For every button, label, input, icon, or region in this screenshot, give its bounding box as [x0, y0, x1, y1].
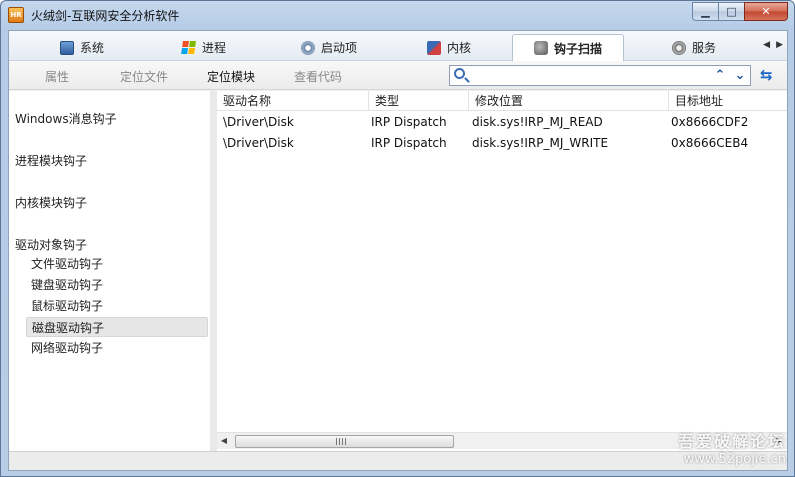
- previous-match-icon[interactable]: ⌃: [712, 67, 728, 84]
- locate-module-button[interactable]: 定位模块: [207, 68, 255, 85]
- view-code-button[interactable]: 查看代码: [294, 68, 342, 85]
- table-row[interactable]: \Driver\Disk IRP Dispatch disk.sys!IRP_M…: [217, 133, 787, 154]
- subitem-file-driver-hook[interactable]: 文件驱动钩子: [26, 254, 208, 274]
- tab-startup[interactable]: 启动项: [289, 34, 369, 61]
- cell-modified-location: disk.sys!IRP_MJ_WRITE: [472, 136, 609, 150]
- refresh-icon[interactable]: ⇆: [760, 67, 778, 83]
- hook-category-tree: Windows消息钩子 进程模块钩子 内核模块钩子 驱动对象钩子 文件驱动钩子 …: [9, 91, 210, 451]
- subitem-keyboard-driver-hook[interactable]: 键盘驱动钩子: [26, 275, 208, 295]
- watermark-title: 吾爱破解论坛: [677, 432, 786, 451]
- cell-modified-location: disk.sys!IRP_MJ_READ: [472, 115, 603, 129]
- tab-scroll-left-icon[interactable]: ◀: [763, 40, 770, 50]
- subitem-disk-driver-hook[interactable]: 磁盘驱动钩子: [26, 317, 208, 337]
- subitem-network-driver-hook[interactable]: 网络驱动钩子: [26, 338, 208, 358]
- properties-button[interactable]: 属性: [45, 68, 69, 85]
- app-logo-icon: HR: [8, 7, 24, 23]
- main-tab-bar: 系统 进程 启动项 内核 钩子扫描 服务 ◀ ▶: [9, 31, 787, 62]
- tab-system-label: 系统: [79, 41, 104, 55]
- status-bar: [9, 451, 787, 470]
- tab-services[interactable]: 服务: [659, 34, 729, 61]
- tab-startup-label: 启动项: [320, 41, 357, 55]
- subitem-mouse-driver-hook[interactable]: 鼠标驱动钩子: [26, 296, 208, 316]
- monitor-icon: [59, 40, 74, 55]
- startup-disc-icon: [300, 40, 315, 55]
- tab-kernel[interactable]: 内核: [414, 34, 484, 61]
- cell-type: IRP Dispatch: [371, 136, 447, 150]
- scrollbar-thumb[interactable]: [235, 435, 454, 448]
- windows-logo-icon: [181, 40, 197, 55]
- window-title: 火绒剑-互联网安全分析软件: [31, 9, 180, 23]
- window-controls: ▁ □ ✕: [692, 2, 788, 21]
- close-button[interactable]: ✕: [744, 2, 788, 21]
- search-icon[interactable]: [454, 68, 465, 79]
- tab-system[interactable]: 系统: [47, 34, 117, 61]
- hook-icon: [533, 41, 548, 55]
- tab-hook-scan[interactable]: 钩子扫描: [512, 34, 624, 62]
- tab-scroll-right-icon[interactable]: ▶: [776, 40, 783, 50]
- watermark-url: www.52pojie.cn: [683, 452, 786, 467]
- hook-results-table: 驱动名称 类型 修改位置 目标地址 \Driver\Disk IRP Dispa…: [217, 91, 787, 451]
- toolbar: 属性 定位文件 定位模块 查看代码 ⌃ ⌄ ⇆: [9, 61, 787, 90]
- kernel-icon: [426, 40, 441, 55]
- tab-process-label: 进程: [201, 41, 226, 55]
- table-row[interactable]: \Driver\Disk IRP Dispatch disk.sys!IRP_M…: [217, 112, 787, 133]
- column-header-driver-name[interactable]: 驱动名称: [217, 91, 369, 111]
- search-input[interactable]: [472, 67, 702, 84]
- cell-type: IRP Dispatch: [371, 115, 447, 129]
- title-bar[interactable]: HR 火绒剑-互联网安全分析软件 ▁ □ ✕: [1, 1, 794, 29]
- tab-process[interactable]: 进程: [169, 34, 239, 61]
- category-driver-object-hook[interactable]: 驱动对象钩子: [15, 236, 87, 253]
- tab-services-label: 服务: [691, 41, 716, 55]
- column-header-target-address[interactable]: 目标地址: [669, 91, 787, 111]
- cell-target-address: 0x8666CDF2: [671, 115, 749, 129]
- tab-kernel-label: 内核: [446, 41, 471, 55]
- maximize-button[interactable]: □: [718, 2, 744, 21]
- minimize-button[interactable]: ▁: [692, 2, 718, 21]
- gear-icon: [671, 40, 686, 55]
- column-header-type[interactable]: 类型: [369, 91, 469, 111]
- app-window: HR 火绒剑-互联网安全分析软件 ▁ □ ✕ 系统 进程 启动项 内核 钩子扫描…: [0, 0, 795, 477]
- search-box: ⌃ ⌄: [449, 65, 751, 86]
- cell-target-address: 0x8666CEB4: [671, 136, 749, 150]
- cell-driver-name: \Driver\Disk: [223, 136, 294, 150]
- next-match-icon[interactable]: ⌄: [732, 67, 748, 84]
- table-header: 驱动名称 类型 修改位置 目标地址: [217, 91, 787, 111]
- scroll-left-icon[interactable]: ◀: [219, 436, 229, 445]
- category-process-module-hook[interactable]: 进程模块钩子: [15, 152, 87, 169]
- client-area: 系统 进程 启动项 内核 钩子扫描 服务 ◀ ▶ 属性 定位文件 定位模块 查看…: [8, 30, 788, 471]
- locate-file-button[interactable]: 定位文件: [120, 68, 168, 85]
- tab-hook-scan-label: 钩子扫描: [553, 41, 602, 56]
- category-windows-message-hook[interactable]: Windows消息钩子: [15, 110, 117, 127]
- panel-splitter[interactable]: [210, 91, 217, 451]
- column-header-modified-location[interactable]: 修改位置: [469, 91, 669, 111]
- grip-icon: [336, 438, 346, 445]
- watermark: 吾爱破解论坛 www.52pojie.cn: [678, 428, 786, 467]
- tab-scroll: ◀ ▶: [763, 40, 783, 50]
- cell-driver-name: \Driver\Disk: [223, 115, 294, 129]
- category-kernel-module-hook[interactable]: 内核模块钩子: [15, 194, 87, 211]
